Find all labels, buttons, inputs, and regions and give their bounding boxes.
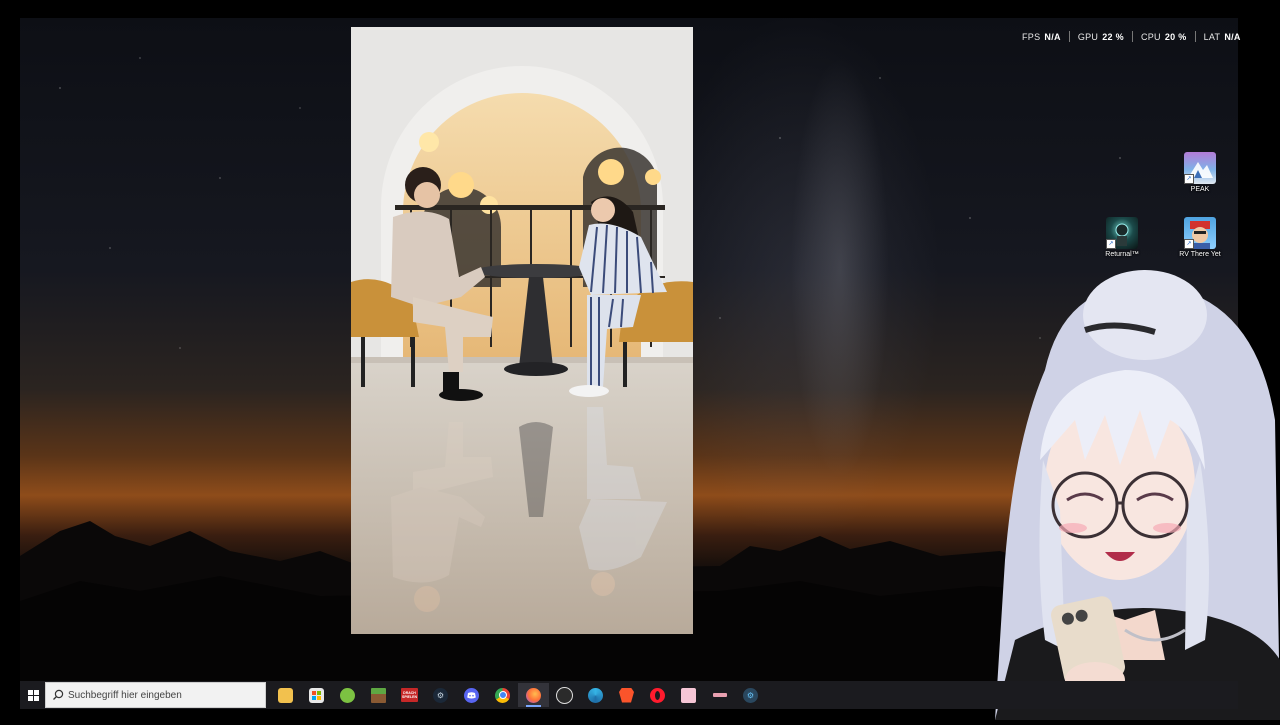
taskbar-android-app[interactable]: [332, 683, 363, 707]
video-frame: [351, 27, 693, 634]
taskbar-search-box[interactable]: [45, 682, 266, 708]
marquee-app-icon: DRACH SPIELEN: [401, 688, 418, 702]
desktop-icon-label: PEAK: [1190, 186, 1210, 193]
desktop-icon-returnal[interactable]: ↗ Returnal™: [1094, 217, 1150, 258]
android-icon: [340, 687, 355, 703]
shortcut-arrow-icon: ↗: [1184, 239, 1194, 249]
file-explorer-icon: [278, 687, 293, 703]
perf-divider: [1131, 31, 1133, 42]
cpu-readout: CPU 20 %: [1141, 31, 1187, 42]
taskbar-swirl-app[interactable]: [580, 683, 611, 707]
remote-app-icon: [712, 688, 727, 703]
taskbar-minecraft[interactable]: [363, 683, 394, 707]
cpu-value: 20 %: [1164, 31, 1187, 42]
latency-label: LAT: [1203, 31, 1221, 42]
fps-label: FPS: [1022, 31, 1041, 42]
gpu-value: 22 %: [1102, 31, 1124, 42]
taskbar-remote-app[interactable]: [704, 683, 735, 707]
vtuber-avatar: [975, 260, 1280, 720]
taskbar-obs-studio[interactable]: [549, 683, 580, 707]
returnal-game-icon: ↗: [1106, 217, 1138, 249]
taskbar: DRACH SPIELEN ⚙: [20, 681, 1238, 709]
latency-readout: LAT N/A: [1204, 31, 1241, 42]
obs-icon: [556, 686, 573, 704]
gpu-label: GPU: [1077, 31, 1099, 42]
taskbar-firefox[interactable]: [518, 683, 549, 707]
shortcut-arrow-icon: ↗: [1184, 174, 1194, 184]
steam-client-icon: ⚙: [743, 687, 758, 703]
desktop-icon-rv-there-yet[interactable]: ↗ RV There Yet: [1172, 217, 1228, 258]
desktop-icon-label: Returnal™: [1105, 251, 1139, 258]
minecraft-block-icon: [371, 687, 386, 703]
shortcut-arrow-icon: ↗: [1106, 239, 1116, 249]
desktop-icon-peak[interactable]: ↗ PEAK: [1172, 152, 1228, 193]
desktop-icon-label: RV There Yet: [1179, 251, 1221, 258]
microsoft-store-icon: [309, 687, 324, 703]
peak-game-icon: ↗: [1184, 152, 1216, 184]
gpu-readout: GPU 22 %: [1078, 31, 1124, 42]
taskbar-chrome[interactable]: [487, 683, 518, 707]
fps-readout: FPS N/A: [1022, 31, 1061, 42]
brave-lion-icon: [619, 687, 634, 703]
windows-logo-icon: [27, 689, 39, 701]
performance-overlay: FPS N/A GPU 22 % CPU 20 % LAT N/A: [1022, 31, 1241, 42]
discord-icon: [464, 687, 479, 703]
pink-photo-icon: [681, 687, 696, 703]
video-player-window[interactable]: [351, 27, 693, 634]
perf-divider: [1068, 31, 1070, 42]
firefox-icon: [526, 687, 541, 703]
steam-icon: ⚙: [433, 687, 448, 703]
taskbar-steam[interactable]: ⚙: [425, 683, 456, 707]
perf-divider: [1194, 31, 1196, 42]
taskbar-file-explorer[interactable]: [270, 683, 301, 707]
fps-value: N/A: [1044, 31, 1061, 42]
search-icon: [53, 689, 64, 700]
swirl-app-icon: [588, 687, 603, 703]
cpu-label: CPU: [1140, 31, 1161, 42]
taskbar-pinned-apps: DRACH SPIELEN ⚙ ⚙: [270, 683, 766, 707]
taskbar-marquee-app[interactable]: DRACH SPIELEN: [394, 683, 425, 707]
taskbar-microsoft-store[interactable]: [301, 683, 332, 707]
chrome-icon: [495, 687, 510, 703]
taskbar-opera-gx[interactable]: [642, 683, 673, 707]
start-button[interactable]: [22, 681, 44, 709]
taskbar-brave[interactable]: [611, 683, 642, 707]
taskbar-steam-client[interactable]: ⚙: [735, 683, 766, 707]
taskbar-image-viewer[interactable]: [673, 683, 704, 707]
rv-there-yet-game-icon: ↗: [1184, 217, 1216, 249]
search-input[interactable]: [68, 689, 248, 701]
taskbar-discord[interactable]: [456, 683, 487, 707]
opera-gx-icon: [650, 687, 665, 703]
latency-value: N/A: [1224, 31, 1241, 42]
